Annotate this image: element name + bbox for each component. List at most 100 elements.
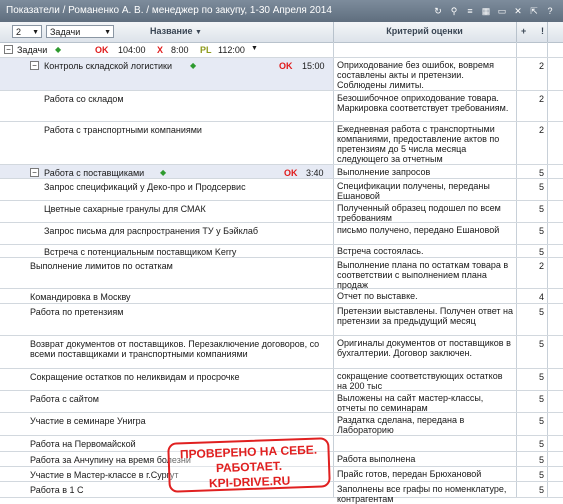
row-weight: 5 bbox=[516, 179, 547, 200]
column-header-criteria[interactable]: Критерий оценки bbox=[335, 26, 514, 36]
table-row[interactable]: Выполнение лимитов по остаткам Выполнени… bbox=[0, 258, 563, 290]
row-name: Запрос спецификаций у Деко-про и Продсер… bbox=[44, 182, 246, 192]
search-icon[interactable]: ⚲ bbox=[449, 5, 459, 17]
row-name: Работа по претензиям bbox=[30, 307, 124, 317]
x-label: X bbox=[157, 45, 164, 55]
table-row[interactable]: Командировка в Москву Отчет по выставке.… bbox=[0, 289, 563, 304]
share-icon[interactable]: ⇱ bbox=[529, 5, 539, 17]
grid-icon[interactable]: ▦ bbox=[481, 5, 491, 17]
table-row[interactable]: Запрос письма для распространения ТУ у Б… bbox=[0, 223, 563, 245]
verified-stamp: ПРОВЕРЕНО НА СЕБЕ. РАБОТАЕТ. KPI-DRIVE.R… bbox=[167, 437, 331, 493]
close-icon[interactable]: ✕ bbox=[513, 5, 523, 17]
table-row[interactable]: Участие в семинаре Унигра Раздатка сдела… bbox=[0, 413, 563, 436]
ok-label: OK bbox=[95, 45, 109, 55]
help-icon[interactable]: ? bbox=[545, 5, 555, 17]
diamond-icon: ◆ bbox=[190, 61, 197, 70]
diamond-icon: ◆ bbox=[160, 168, 167, 177]
row-name: Участие в Мастер-классе в г.Сургут bbox=[30, 470, 179, 480]
row-criteria: Раздатка сделана, передана в Лабораторию bbox=[333, 413, 516, 435]
table-row[interactable]: Возврат документов от поставщиков. Перез… bbox=[0, 336, 563, 369]
table-row[interactable]: Работа со складом Безошибочное оприходов… bbox=[0, 91, 563, 122]
row-criteria: письмо получено, передано Ешановой bbox=[333, 223, 516, 244]
row-time: 3:40 bbox=[306, 168, 324, 178]
table-row[interactable]: Встреча с потенциальным поставщиком Kerr… bbox=[0, 245, 563, 258]
row-criteria: Спецификации получены, переданы Ешановой bbox=[333, 179, 516, 201]
table-row[interactable]: Работа с сайтом Выложены на сайт мастер-… bbox=[0, 391, 563, 413]
table-row[interactable]: Сокращение остатков по неликвидам и прос… bbox=[0, 369, 563, 391]
row-weight: 2 bbox=[516, 91, 547, 121]
row-weight: 5 bbox=[516, 201, 547, 222]
pl-label: PL bbox=[200, 45, 212, 55]
chevron-down-icon: ▼ bbox=[104, 29, 111, 36]
row-weight: 5 bbox=[516, 336, 547, 368]
view-select-value: Задачи bbox=[50, 27, 81, 37]
row-weight: 5 bbox=[516, 467, 547, 481]
row-weight: 5 bbox=[516, 165, 547, 178]
row-weight: 5 bbox=[516, 413, 547, 435]
row-criteria: Ежедневная работа с транспортными компан… bbox=[333, 122, 516, 164]
row-criteria: Безошибочное оприходование товара. Марки… bbox=[333, 91, 516, 121]
row-criteria: Встреча состоялась. bbox=[333, 245, 516, 257]
row-criteria: Работа выполнена bbox=[333, 452, 516, 466]
table-row[interactable]: Цветные сахарные гранулы для СМАК Получе… bbox=[0, 201, 563, 223]
row-weight: 2 bbox=[516, 58, 547, 90]
row-criteria: Отчет по выставке. bbox=[333, 289, 516, 303]
row-criteria: Полученный образец подошел по всем требо… bbox=[333, 201, 516, 223]
row-name: Работа со складом bbox=[44, 94, 124, 104]
table-row-root[interactable]: − Задачи ◆ OK 104:00 X 8:00 PL 112:00 ▼ bbox=[0, 42, 563, 58]
window-title: Показатели / Романенко А. В. / менеджер … bbox=[6, 5, 332, 16]
row-name: Работа с поставщиками bbox=[44, 168, 145, 178]
row-criteria: Оприходование без ошибок, вовремя состав… bbox=[333, 58, 516, 90]
row-name: Командировка в Москву bbox=[30, 292, 131, 302]
row-criteria: Выполнение плана по остаткам товара в со… bbox=[333, 258, 516, 290]
row-name: Сокращение остатков по неликвидам и прос… bbox=[30, 372, 240, 382]
row-time: 15:00 bbox=[302, 61, 325, 71]
row-weight: 5 bbox=[516, 245, 547, 257]
list-icon[interactable]: ≡ bbox=[465, 5, 475, 17]
row-name: Запрос письма для распространения ТУ у Б… bbox=[44, 226, 259, 236]
x-value: 8:00 bbox=[171, 45, 189, 55]
refresh-icon[interactable]: ↻ bbox=[433, 5, 443, 17]
row-weight: 5 bbox=[516, 304, 547, 335]
row-weight: 2 bbox=[516, 258, 547, 288]
row-weight: 5 bbox=[516, 391, 547, 412]
table-row[interactable]: − Контроль складской логистики ◆ OK 15:0… bbox=[0, 58, 563, 91]
row-criteria: Оригиналы документов от поставщиков в бу… bbox=[333, 336, 516, 368]
collapse-icon[interactable]: − bbox=[30, 61, 39, 70]
minimize-icon[interactable]: ▭ bbox=[497, 5, 507, 17]
row-weight: 5 bbox=[516, 482, 547, 497]
level-select-value: 2 bbox=[16, 27, 22, 37]
level-select[interactable]: 2 ▼ bbox=[12, 25, 42, 38]
pl-value: 112:00 bbox=[218, 45, 245, 55]
column-header-plus[interactable]: + bbox=[521, 26, 526, 36]
row-criteria: Выполнение запросов bbox=[333, 165, 516, 178]
row-weight: 4 bbox=[516, 289, 547, 303]
row-name: Цветные сахарные гранулы для СМАК bbox=[44, 204, 206, 214]
table-row[interactable]: − Работа с поставщиками ◆ OK 3:40 Выполн… bbox=[0, 165, 563, 179]
row-name: Возврат документов от поставщиков. Перез… bbox=[30, 339, 320, 359]
row-criteria bbox=[333, 436, 516, 451]
row-weight: 5 bbox=[516, 452, 547, 466]
row-name: Работа с транспортными компаниями bbox=[44, 125, 202, 135]
row-name: Работа на Первомайской bbox=[30, 439, 136, 449]
table-row[interactable]: Работа по претензиям Претензии выставлен… bbox=[0, 304, 563, 336]
table-row[interactable]: Запрос спецификаций у Деко-про и Продсер… bbox=[0, 179, 563, 201]
row-name: Участие в семинаре Унигра bbox=[30, 416, 146, 426]
column-header-name[interactable]: Название ▼ bbox=[150, 26, 202, 36]
root-label: Задачи bbox=[17, 45, 48, 55]
ok-label: OK bbox=[284, 168, 298, 178]
row-name: Контроль складской логистики bbox=[44, 61, 172, 71]
table-row[interactable]: Работа с транспортными компаниями Ежедне… bbox=[0, 122, 563, 165]
task-table: − Задачи ◆ OK 104:00 X 8:00 PL 112:00 ▼ … bbox=[0, 42, 563, 504]
collapse-icon[interactable]: − bbox=[30, 168, 39, 177]
view-select[interactable]: Задачи ▼ bbox=[46, 25, 114, 38]
row-criteria: Претензии выставлены. Получен ответ на п… bbox=[333, 304, 516, 335]
column-header-flag[interactable]: ! bbox=[541, 26, 544, 36]
ok-value: 104:00 bbox=[118, 45, 146, 55]
row-criteria: Заполнены все графы по номенклатуре, кон… bbox=[333, 482, 516, 504]
window-titlebar: Показатели / Романенко А. В. / менеджер … bbox=[0, 0, 563, 22]
collapse-icon[interactable]: − bbox=[4, 45, 13, 54]
chevron-down-icon[interactable]: ▼ bbox=[251, 45, 258, 52]
row-weight: 2 bbox=[516, 122, 547, 164]
row-name: Выполнение лимитов по остаткам bbox=[30, 261, 173, 271]
